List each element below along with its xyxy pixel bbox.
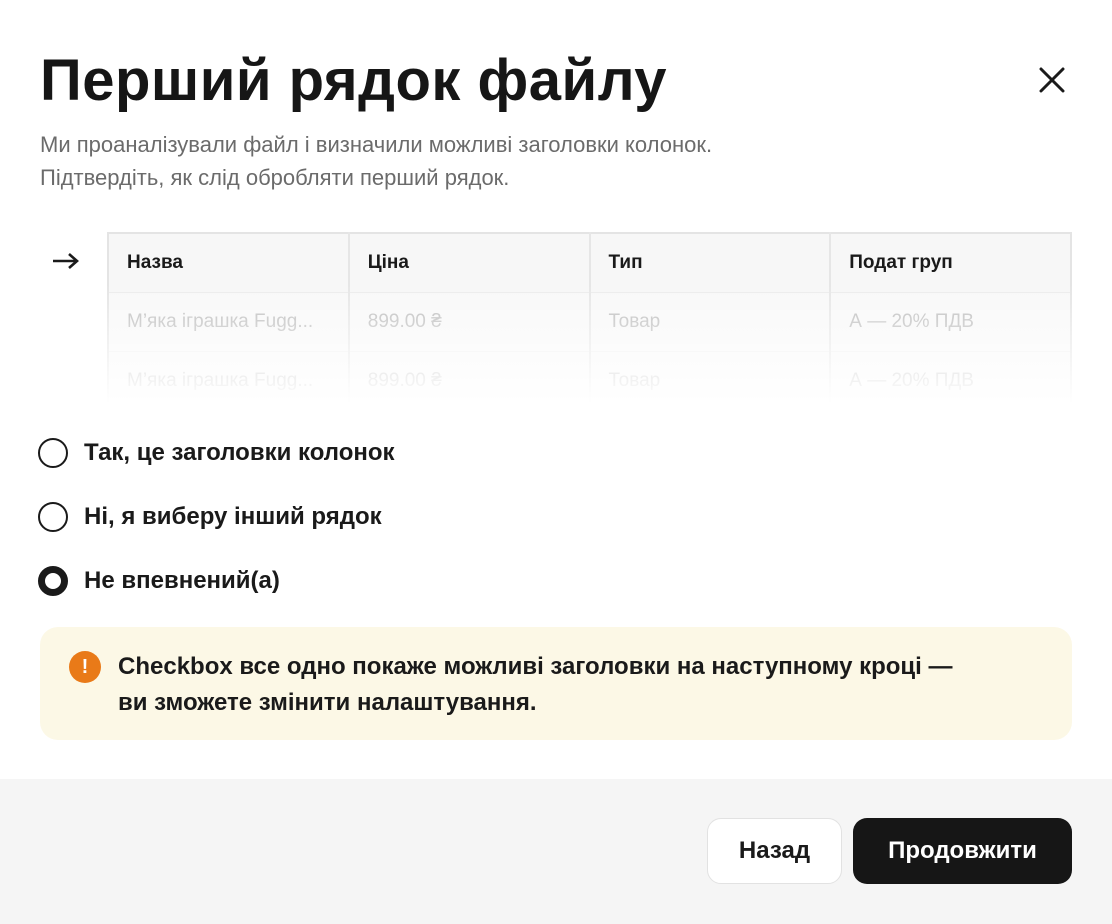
back-button[interactable]: Назад xyxy=(707,818,842,884)
close-icon xyxy=(1039,67,1065,93)
dialog-description: Ми проаналізували файл і визначили можли… xyxy=(40,128,1040,194)
column-header: Назва xyxy=(108,233,350,293)
continue-button[interactable]: Продовжити xyxy=(853,818,1072,884)
warning-icon: ! xyxy=(69,651,101,683)
option-label: Не впевнений(а) xyxy=(84,567,280,594)
table-cell: А — 20% ПДВ xyxy=(830,351,1071,404)
table-cell: Товар xyxy=(589,351,832,404)
table-cell: М’яка іграшка Fugg... xyxy=(108,351,350,404)
description-line: Ми проаналізували файл і визначили можли… xyxy=(40,132,713,157)
option-not-sure[interactable]: Не впевнений(а) xyxy=(38,564,395,598)
radio-button[interactable] xyxy=(38,438,68,468)
radio-button[interactable] xyxy=(38,502,68,532)
option-choose-other-row[interactable]: Ні, я виберу інший рядок xyxy=(38,500,395,534)
column-header: Подат груп xyxy=(830,233,1071,293)
option-label: Ні, я виберу інший рядок xyxy=(84,503,382,530)
dialog-footer: Назад Продовжити xyxy=(0,779,1112,924)
dialog-title: Перший рядок файлу xyxy=(40,48,668,113)
option-yes-headers[interactable]: Так, це заголовки колонок xyxy=(38,436,395,470)
table-cell: 899.00 ₴ xyxy=(348,351,591,404)
file-preview-table: Назва Ціна Тип Подат груп М’яка іграшка … xyxy=(107,232,1072,404)
first-row-dialog: Перший рядок файлу Ми проаналізували фай… xyxy=(0,0,1112,924)
table-row: М’яка іграшка Fugg... 899.00 ₴ Товар А —… xyxy=(108,292,1071,352)
column-header: Тип xyxy=(589,233,832,293)
arrow-right-icon xyxy=(53,253,79,269)
info-note: ! Checkbox все одно покаже можливі загол… xyxy=(40,627,1072,740)
table-cell: А — 20% ПДВ xyxy=(830,292,1071,352)
note-line: Checkbox все одно покаже можливі заголов… xyxy=(118,653,953,680)
column-header: Ціна xyxy=(348,233,591,293)
table-cell: М’яка іграшка Fugg... xyxy=(108,292,350,352)
header-row: Назва Ціна Тип Подат груп xyxy=(108,233,1071,293)
radio-button-selected[interactable] xyxy=(38,566,68,596)
close-button[interactable] xyxy=(1032,60,1072,100)
description-line: Підтвердіть, як слід обробляти перший ря… xyxy=(40,165,510,190)
table-row: М’яка іграшка Fugg... 899.00 ₴ Товар А —… xyxy=(108,351,1071,404)
note-text: Checkbox все одно покаже можливі заголов… xyxy=(118,649,1042,721)
table-cell: 899.00 ₴ xyxy=(348,292,591,352)
note-line: ви зможете змінити налаштування. xyxy=(118,689,537,716)
preview-table: Назва Ціна Тип Подат груп М’яка іграшка … xyxy=(107,232,1072,404)
option-label: Так, це заголовки колонок xyxy=(84,439,395,466)
table-cell: Товар xyxy=(589,292,832,352)
first-row-options: Так, це заголовки колонок Ні, я виберу і… xyxy=(38,436,395,628)
